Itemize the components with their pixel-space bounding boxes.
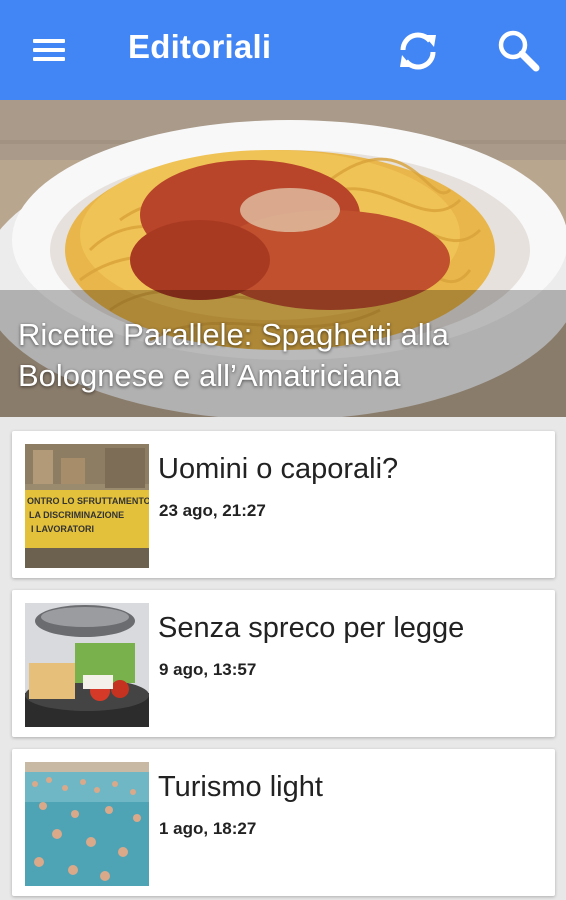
search-icon[interactable] [494,26,542,74]
app-bar: Editoriali [0,0,566,100]
menu-icon[interactable] [30,34,70,66]
article-date: 23 ago, 21:27 [159,501,266,520]
article-title: Turismo light [158,771,323,803]
article-card[interactable]: Senza spreco per legge 9 ago, 13:57 [12,590,555,737]
featured-article[interactable]: Ricette Parallele: Spaghetti alla Bologn… [0,100,566,417]
article-card[interactable]: Turismo light 1 ago, 18:27 [12,749,555,896]
article-date: 9 ago, 13:57 [159,660,257,679]
article-title: Uomini o caporali? [158,453,399,485]
article-thumbnail: ONTRO LO SFRUTTAMENTO LA DISCRIMINAZIONE… [25,444,149,568]
svg-text:ONTRO LO SFRUTTAMENTO: ONTRO LO SFRUTTAMENTO [27,496,149,506]
article-date: 1 ago, 18:27 [159,819,257,838]
article-thumbnail [25,762,149,886]
refresh-icon[interactable] [393,26,443,76]
article-thumbnail [25,603,149,727]
page-title: Editoriali [128,28,272,65]
featured-title: Ricette Parallele: Spaghetti alla Bologn… [18,317,449,393]
article-title: Senza spreco per legge [158,612,465,644]
svg-text:LA DISCRIMINAZIONE: LA DISCRIMINAZIONE [29,510,124,520]
article-card[interactable]: ONTRO LO SFRUTTAMENTO LA DISCRIMINAZIONE… [12,431,555,578]
svg-text:I LAVORATORI: I LAVORATORI [31,524,94,534]
